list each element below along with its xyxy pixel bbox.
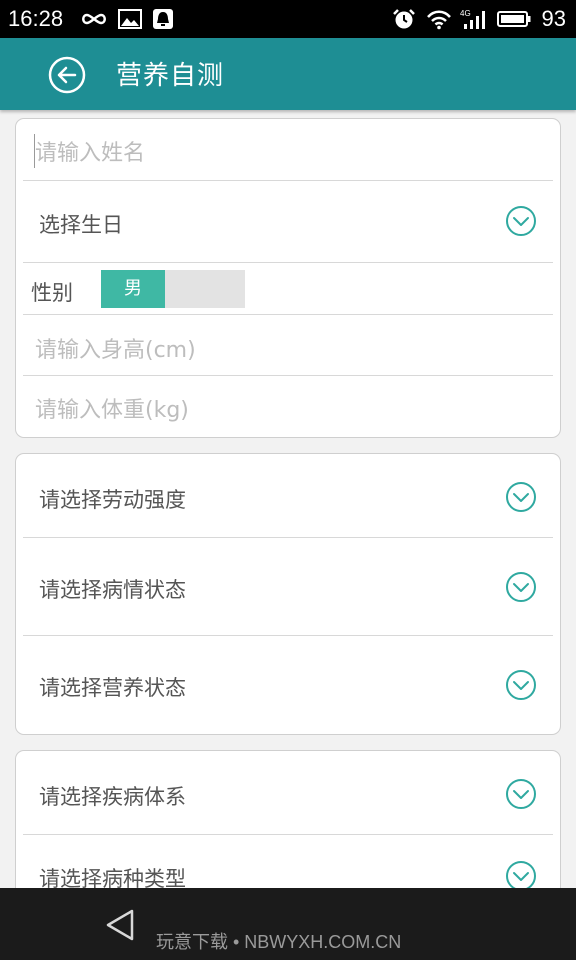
height-field[interactable]: 请输入身高(cm): [23, 315, 553, 376]
disease-status-label: 请选择病情状态: [39, 578, 186, 602]
chevron-down-icon[interactable]: [505, 778, 537, 810]
name-field[interactable]: 请输入姓名: [23, 119, 553, 181]
disease-system-selector[interactable]: 请选择疾病体系: [23, 751, 553, 835]
app-bar: 营养自测: [0, 38, 576, 110]
battery-icon: [497, 11, 531, 27]
signal-4g-icon: 4G: [460, 9, 485, 29]
weight-placeholder: 请输入体重(kg): [35, 398, 189, 423]
page-title: 营养自测: [116, 61, 225, 91]
condition-card: 请选择劳动强度 请选择病情状态 请选择营养状态: [15, 453, 561, 735]
height-placeholder: 请输入身高(cm): [35, 338, 196, 363]
labor-intensity-selector[interactable]: 请选择劳动强度: [23, 454, 553, 538]
infinity-icon: [82, 13, 106, 25]
gender-selected-option[interactable]: 男: [101, 270, 165, 308]
chevron-down-icon[interactable]: [505, 481, 537, 513]
status-time: 16:28: [8, 6, 64, 31]
notification-icon: [153, 9, 173, 29]
birthday-selector[interactable]: 选择生日: [23, 181, 553, 263]
weight-field[interactable]: 请输入体重(kg): [23, 376, 553, 437]
battery-percent: 93: [541, 6, 566, 31]
nav-back-triangle-icon[interactable]: [104, 908, 136, 942]
svg-text:4G: 4G: [460, 9, 471, 18]
back-arrow-icon[interactable]: [48, 56, 86, 94]
birthday-label: 选择生日: [39, 213, 123, 237]
name-placeholder: 请输入姓名: [35, 141, 146, 166]
chevron-down-icon[interactable]: [505, 571, 537, 603]
gender-toggle[interactable]: 男: [101, 270, 245, 308]
nutrition-status-selector[interactable]: 请选择营养状态: [23, 636, 553, 734]
personal-info-card: 请输入姓名 选择生日 性别 男 请输入身高(cm) 请输入体重(kg): [15, 118, 561, 438]
status-bar: 16:28 4G 93: [0, 0, 576, 38]
watermark-text: 玩意下载 • NBWYXH.COM.CN: [156, 932, 402, 952]
navigation-bar: 玩意下载 • NBWYXH.COM.CN: [0, 888, 576, 960]
image-icon: [118, 9, 142, 29]
gender-label: 性别: [31, 281, 73, 305]
wifi-icon: [427, 10, 451, 30]
alarm-icon: [393, 9, 415, 29]
labor-intensity-label: 请选择劳动强度: [39, 488, 186, 512]
chevron-down-icon[interactable]: [505, 205, 537, 237]
gender-row: 性别 男: [23, 263, 553, 315]
disease-status-selector[interactable]: 请选择病情状态: [23, 538, 553, 636]
chevron-down-icon[interactable]: [505, 669, 537, 701]
disease-system-label: 请选择疾病体系: [39, 785, 186, 809]
nutrition-status-label: 请选择营养状态: [39, 676, 186, 700]
